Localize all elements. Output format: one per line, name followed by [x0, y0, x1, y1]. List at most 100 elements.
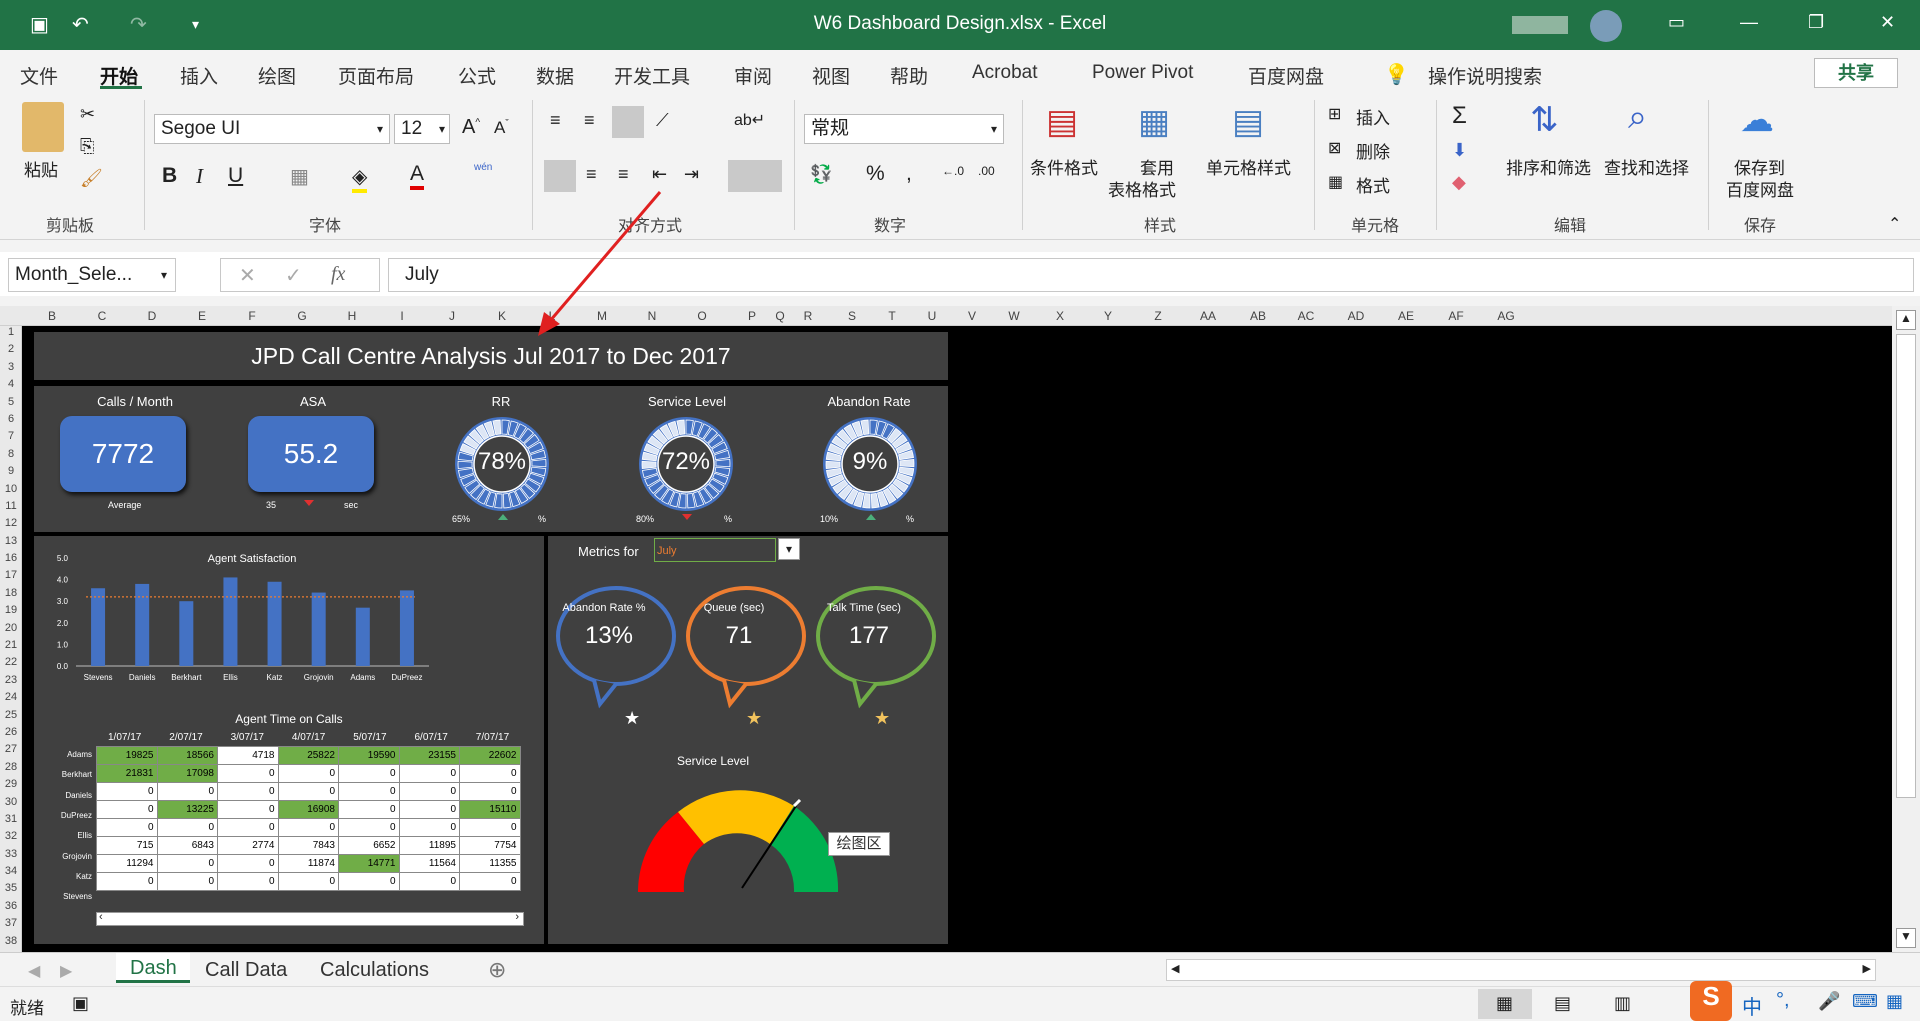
vertical-scrollbar[interactable]: ▲ ▼ [1892, 306, 1920, 952]
table-cell[interactable]: 15110 [459, 800, 521, 819]
row-header[interactable]: 7 [0, 430, 22, 447]
macro-record-icon[interactable]: ▣ [72, 993, 89, 1014]
row-header[interactable]: 20 [0, 622, 22, 639]
row-header[interactable]: 29 [0, 778, 22, 795]
align-middle-icon[interactable]: ≡ [584, 110, 595, 131]
paste-button[interactable]: 粘贴 [24, 156, 58, 181]
column-header[interactable]: G [282, 309, 322, 323]
column-header[interactable]: R [788, 309, 828, 323]
column-header[interactable]: D [132, 309, 172, 323]
column-header[interactable]: Z [1138, 309, 1178, 323]
insert-cells-button[interactable]: 插入 [1356, 104, 1390, 129]
row-header[interactable]: 10 [0, 483, 22, 500]
format-cells-icon[interactable]: ▦ [1328, 172, 1343, 192]
conditional-format-button[interactable]: 条件格式 [1030, 154, 1098, 179]
underline-icon[interactable]: U [228, 164, 243, 188]
column-header[interactable]: O [682, 309, 722, 323]
add-sheet-icon[interactable]: ⊕ [488, 957, 506, 983]
tab-formulas[interactable]: 公式 [458, 62, 496, 89]
column-header[interactable]: T [872, 309, 912, 323]
tab-draw[interactable]: 绘图 [258, 62, 296, 89]
table-cell[interactable]: 0 [398, 872, 460, 891]
column-header[interactable]: X [1040, 309, 1080, 323]
delete-cells-button[interactable]: 删除 [1356, 138, 1390, 163]
row-header[interactable]: 9 [0, 465, 22, 482]
table-cell[interactable]: 11874 [277, 854, 339, 873]
table-cell[interactable]: 6652 [338, 836, 400, 855]
cell-style-icon[interactable]: ▤ [1232, 102, 1264, 142]
table-cell[interactable]: 0 [398, 764, 460, 783]
font-color-icon[interactable]: A [410, 162, 425, 190]
decrease-indent-icon[interactable]: ⇤ [652, 164, 667, 185]
decrease-decimal-icon[interactable]: .00 [978, 164, 995, 178]
insert-function-icon[interactable]: fx [331, 263, 345, 286]
scroll-thumb[interactable] [1896, 334, 1916, 798]
tab-baidu[interactable]: 百度网盘 [1248, 62, 1324, 89]
comma-icon[interactable]: , [906, 162, 912, 186]
table-cell[interactable]: 0 [217, 818, 279, 837]
scroll-left-icon[interactable]: ‹ [99, 911, 103, 923]
table-cell[interactable]: 17098 [156, 764, 218, 783]
clear-icon[interactable]: ◆ [1452, 172, 1466, 193]
column-header[interactable]: J [432, 309, 472, 323]
table-cell[interactable]: 0 [277, 764, 339, 783]
table-cell[interactable]: 0 [338, 782, 400, 801]
conditional-format-icon[interactable]: ▤ [1046, 102, 1078, 142]
ribbon-display-icon[interactable]: ▭ [1668, 12, 1685, 33]
month-select[interactable]: July [654, 538, 776, 562]
table-cell[interactable]: 0 [96, 818, 158, 837]
table-cell[interactable]: 25822 [277, 746, 339, 765]
tell-me-search[interactable]: 操作说明搜索 [1428, 62, 1542, 89]
table-cell[interactable]: 11355 [459, 854, 521, 873]
row-header[interactable]: 33 [0, 848, 22, 865]
format-as-table-icon[interactable]: ▦ [1138, 102, 1170, 142]
table-cell[interactable]: 0 [217, 854, 279, 873]
horizontal-scrollbar[interactable]: ◀ ▶ [1166, 959, 1876, 981]
table-cell[interactable]: 0 [338, 818, 400, 837]
column-header[interactable]: V [952, 309, 992, 323]
shrink-font-icon[interactable]: Aˇ [494, 118, 509, 138]
table-cell[interactable]: 715 [96, 836, 158, 855]
column-header[interactable]: I [382, 309, 422, 323]
scroll-right-icon[interactable]: ▶ [1863, 962, 1871, 975]
fill-color-icon[interactable]: ◈ [352, 164, 368, 193]
keyboard-icon[interactable]: ⌨ [1852, 991, 1878, 1012]
table-cell[interactable]: 0 [217, 872, 279, 891]
italic-icon[interactable]: I [196, 164, 203, 189]
row-header[interactable]: 13 [0, 535, 22, 552]
grow-font-icon[interactable]: A^ [462, 116, 480, 139]
row-header[interactable]: 23 [0, 674, 22, 691]
row-header[interactable]: 35 [0, 882, 22, 899]
table-cell[interactable]: 0 [156, 782, 218, 801]
table-cell[interactable]: 0 [277, 782, 339, 801]
table-cell[interactable]: 4718 [217, 746, 279, 765]
autosum-icon[interactable]: Σ [1452, 102, 1467, 130]
align-right-icon[interactable]: ≡ [618, 164, 629, 185]
table-horizontal-scrollbar[interactable]: ‹ › [96, 911, 524, 926]
next-sheet-icon[interactable]: ▶ [60, 961, 72, 981]
ime-chinese-icon[interactable]: 中 [1742, 991, 1762, 1020]
table-cell[interactable]: 0 [217, 782, 279, 801]
microphone-icon[interactable]: 🎤 [1818, 991, 1840, 1012]
scroll-left-icon[interactable]: ◀ [1171, 962, 1179, 975]
row-header[interactable]: 22 [0, 656, 22, 673]
row-header[interactable]: 21 [0, 639, 22, 656]
table-cell[interactable]: 13225 [156, 800, 218, 819]
column-header[interactable]: H [332, 309, 372, 323]
row-header[interactable]: 26 [0, 726, 22, 743]
name-box[interactable]: Month_Sele... ▾ [8, 258, 176, 292]
scroll-right-icon[interactable]: › [515, 911, 519, 923]
share-button[interactable]: 共享 [1814, 58, 1898, 88]
column-header[interactable]: C [82, 309, 122, 323]
table-cell[interactable]: 0 [459, 764, 521, 783]
column-header[interactable]: W [994, 309, 1034, 323]
column-header[interactable]: AE [1386, 309, 1426, 323]
align-center-icon[interactable]: ≡ [586, 164, 597, 185]
month-dropdown-button[interactable]: ▾ [778, 538, 800, 560]
table-cell[interactable]: 18566 [156, 746, 218, 765]
ime-punct-icon[interactable]: °, [1776, 989, 1790, 1012]
prev-sheet-icon[interactable]: ◀ [28, 961, 40, 981]
tab-view[interactable]: 视图 [812, 62, 850, 89]
close-icon[interactable]: ✕ [1880, 12, 1895, 33]
avatar[interactable] [1590, 10, 1622, 42]
